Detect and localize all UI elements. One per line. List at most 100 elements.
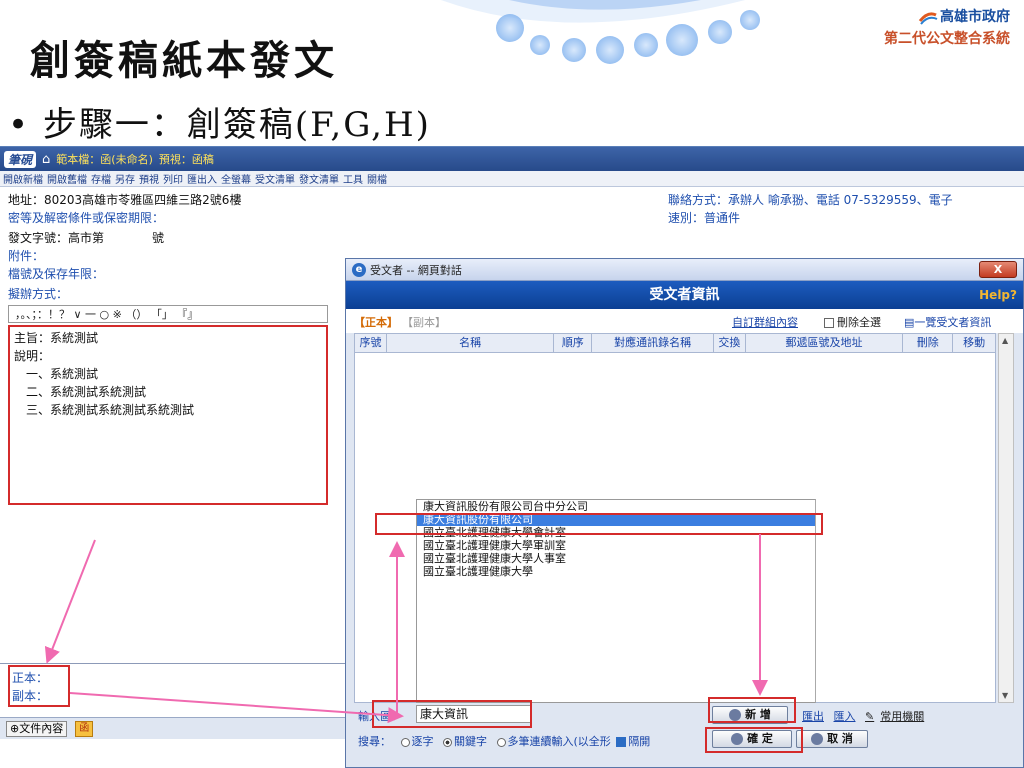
col-delete: 刪除 [903, 334, 954, 352]
checkbox-icon [824, 318, 834, 328]
editor-line: 二、系統測試系統測試 [14, 385, 147, 399]
col-index: 序號 [355, 334, 387, 352]
docno-line[interactable]: 發文字號：高市第 號 [8, 229, 164, 246]
dialog-header-title: 受文者資訊 [649, 287, 720, 303]
import-link[interactable]: 匯入 [834, 710, 856, 723]
attach-line[interactable]: 附件： [8, 247, 44, 264]
toolbar-new[interactable]: 開啟新檔 [3, 171, 43, 186]
letter-type-button[interactable]: 函 [75, 720, 94, 737]
divider [0, 663, 350, 664]
suggestion-item[interactable]: 康大資訊股份有限公司台中分公司 [417, 500, 815, 513]
toolbar-recipients[interactable]: 受文清單 [255, 171, 295, 186]
delete-all-checkbox[interactable]: 刪除全選 [824, 314, 881, 330]
ie-icon: e [352, 262, 366, 277]
city-logo-icon [918, 9, 938, 25]
slide-title: 創簽稿紙本發文 [30, 37, 338, 84]
list-all-link[interactable]: ▤一覽受文者資訊 [904, 314, 991, 330]
cancel-label: 取 消 [827, 732, 853, 745]
fuben-label: 副本： [12, 689, 49, 703]
home-icon[interactable]: ⌂ [42, 152, 50, 167]
suggestion-item[interactable]: 國立臺北護理健康大學軍訓室 [417, 539, 815, 552]
close-button[interactable]: X [979, 261, 1017, 278]
content-editor[interactable]: 主旨：系統測試 說明： 一、系統測試 二、系統測試系統測試 三、系統測試系統測試… [8, 325, 328, 505]
radio-multi[interactable] [496, 737, 506, 747]
punctuation-bar[interactable]: ，。、；：！？ ∨ 一 ○ ※ （） 「」 『』 [8, 305, 328, 323]
toolbar-print[interactable]: 列印 [163, 171, 183, 186]
radio-exact-label: 逐字 [411, 735, 434, 748]
pencil-icon: ✎ [865, 710, 875, 723]
preview-label: 預視：函稿 [158, 153, 214, 166]
editor-line: 三、系統測試系統測試系統測試 [14, 403, 195, 417]
search-options: 搜尋： 逐字 關鍵字 多筆連續輸入(以全形 隔開 [358, 733, 650, 749]
col-name: 名稱 [387, 334, 555, 352]
brand-logo[interactable]: 筆硯 [4, 150, 37, 168]
recipient-fields[interactable]: 正本： 副本： [8, 665, 70, 707]
scrollbar[interactable]: ▲ ▼ [998, 333, 1014, 703]
toolbar-open[interactable]: 開啟舊檔 [47, 171, 87, 186]
cancel-button[interactable]: 取 消 [796, 730, 868, 748]
delete-all-label: 刪除全選 [837, 316, 881, 329]
dialog-tabs: 【正本】 【副本】 自訂群組內容 刪除全選 ▤一覽受文者資訊 [346, 309, 1023, 333]
radio-multi-label: 多筆連續輸入(以全形 [507, 735, 611, 748]
editor-line: 主旨：系統測試 [14, 331, 99, 345]
toolbar-close[interactable]: 關檔 [367, 171, 387, 186]
archive-line[interactable]: 檔號及保存年限： [8, 265, 104, 282]
logo-line1: 高雄市政府 [940, 9, 1010, 25]
tab-main[interactable]: 【正本】 [354, 314, 398, 330]
custom-group-link[interactable]: 自訂群組內容 [732, 314, 798, 330]
highlight-selected-item [375, 513, 823, 535]
doc-content-icon: ⊕ [10, 721, 20, 735]
separator-icon [616, 737, 627, 747]
suggestion-item[interactable]: 國立臺北護理健康大學 [417, 565, 815, 578]
slide-bullet: • 步驟一：創簽稿(F,G,H) [8, 105, 431, 145]
toolbar-save[interactable]: 存檔 [91, 171, 111, 186]
document-content-button[interactable]: ⊕文件內容 [6, 720, 68, 737]
list-all-label: 一覽受文者資訊 [914, 316, 992, 329]
search-label: 搜尋： [358, 735, 391, 748]
footer-links: 匯出 匯入 ✎ 常用機關 [802, 708, 936, 724]
suggestion-item[interactable]: 國立臺北護理健康大學人事室 [417, 552, 815, 565]
dialog-header: 受文者資訊 Help? [346, 281, 1023, 309]
doc-content-label: 文件內容 [19, 721, 64, 735]
radio-keyword[interactable] [443, 737, 452, 747]
dialog-window-title: 受文者 -- 網頁對話 [370, 263, 462, 277]
help-label: Help [979, 288, 1011, 302]
method-line[interactable]: 擬辦方式： [8, 285, 68, 302]
highlight-ok-button [705, 727, 803, 753]
highlight-input [372, 700, 532, 728]
status-bar: ⊕文件內容 函 [0, 717, 350, 739]
slide: 高雄市政府 第二代公文整合系統 創簽稿紙本發文 • 步驟一：創簽稿(F,G,H)… [0, 0, 1024, 768]
toolbar-preview[interactable]: 預視 [139, 171, 159, 186]
toolbar-tools[interactable]: 工具 [343, 171, 363, 186]
logo-line2: 第二代公文整合系統 [884, 31, 1010, 47]
toolbar-fullscreen[interactable]: 全螢幕 [221, 171, 251, 186]
contact-line: 聯絡方式：承辦人 喻承翂、電話 07-5329559、電子 [668, 193, 953, 207]
common-agency-link[interactable]: ✎ 常用機關 [865, 710, 930, 723]
table-header: 序號 名稱 順序 對應通訊錄名稱 交換 郵遞區號及地址 刪除 移動 [354, 333, 996, 353]
scroll-up-icon[interactable]: ▲ [1002, 336, 1008, 345]
radio-exact[interactable] [400, 737, 410, 747]
address-line: 地址：80203高雄市苓雅區四維三路2號6樓 [8, 193, 242, 207]
zhengben-label: 正本： [12, 671, 49, 685]
speed-line[interactable]: 速別：普通件 [668, 209, 740, 226]
decorative-circles [441, 0, 760, 64]
highlight-add-button [708, 697, 796, 723]
toolbar-import-export[interactable]: 匯出入 [187, 171, 217, 186]
kaohsiung-logo: 高雄市政府 第二代公文整合系統 [884, 6, 1010, 48]
toolbar-saveas[interactable]: 另存 [115, 171, 135, 186]
col-order: 順序 [554, 334, 593, 352]
tab-copy[interactable]: 【副本】 [402, 314, 446, 330]
help-icon: ? [1010, 288, 1017, 302]
help-button[interactable]: Help? [979, 281, 1017, 309]
common-agency-label: 常用機關 [880, 710, 925, 723]
scroll-down-icon[interactable]: ▼ [1002, 691, 1008, 700]
export-link[interactable]: 匯出 [802, 710, 824, 723]
toolbar: 開啟新檔 開啟舊檔 存檔 另存 預視 列印 匯出入 全螢幕 受文清單 發文清單 … [0, 171, 1024, 187]
secret-line[interactable]: 密等及解密條件或保密期限： [8, 209, 164, 226]
dialog-titlebar: e 受文者 -- 網頁對話 X [346, 259, 1023, 281]
toolbar-dispatch[interactable]: 發文清單 [299, 171, 339, 186]
cancel-icon [811, 733, 824, 745]
list-icon: ▤ [904, 316, 915, 329]
editor-line: 一、系統測試 [14, 367, 99, 381]
col-exchange: 交換 [714, 334, 746, 352]
